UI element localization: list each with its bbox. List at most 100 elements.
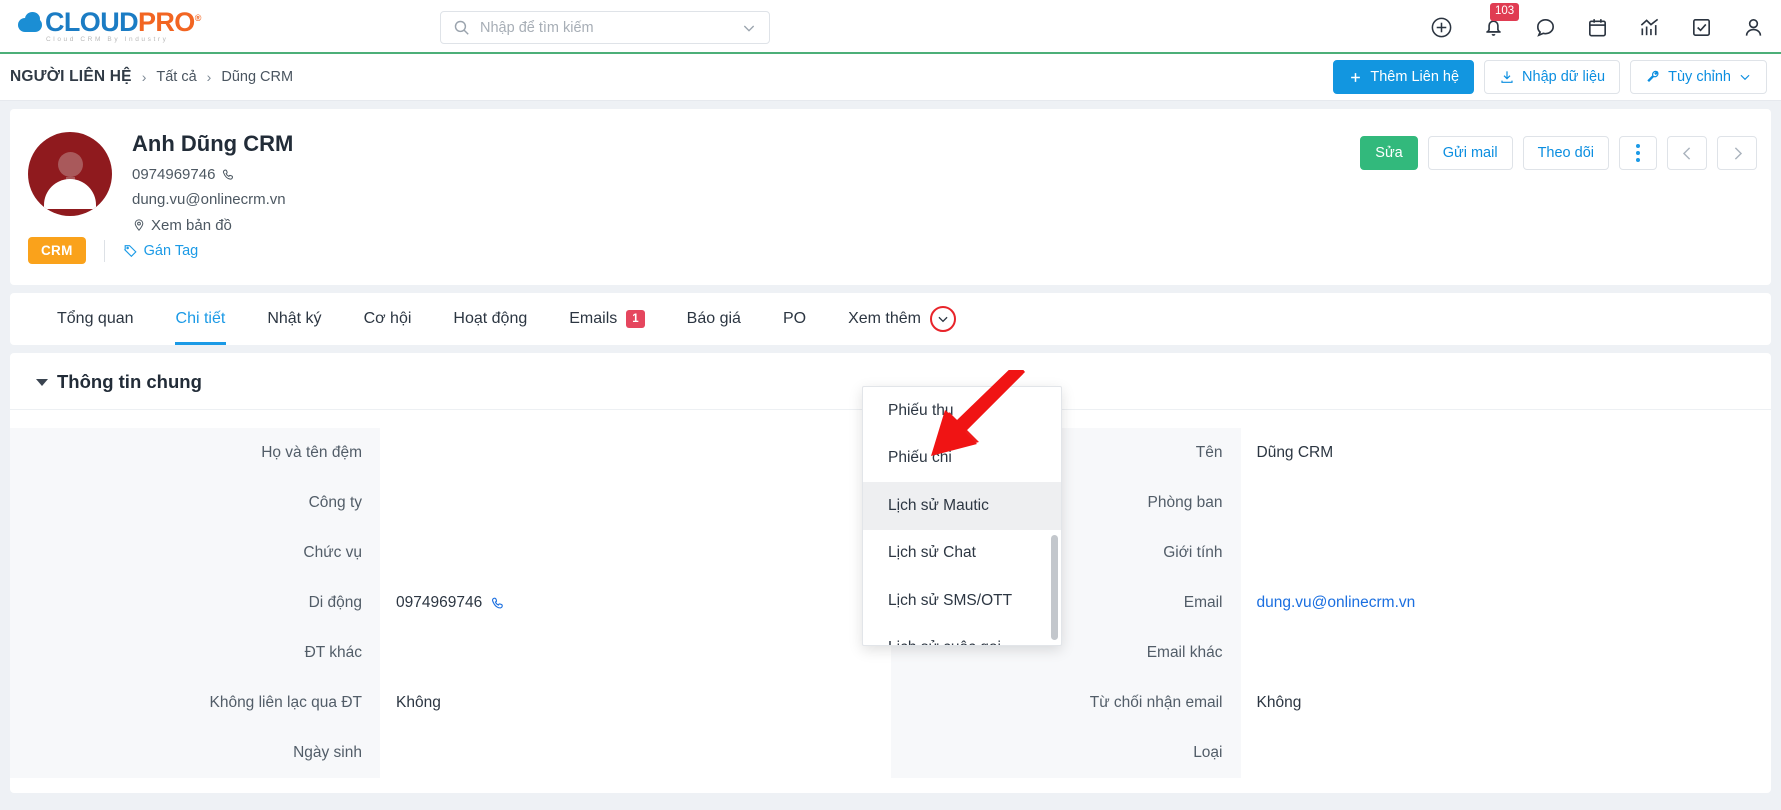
tab-tong-quan[interactable]: Tổng quan <box>36 293 155 345</box>
follow-label: Theo dõi <box>1537 145 1594 161</box>
bell-icon[interactable]: 103 <box>1482 2 1520 39</box>
menu-item-label: Lịch sử Mautic <box>888 496 989 514</box>
field-label: Chức vụ <box>10 528 380 578</box>
chart-icon[interactable] <box>1638 16 1661 39</box>
vertical-dots-icon <box>1636 144 1640 162</box>
menu-item-label: Phiếu thu <box>888 401 954 419</box>
tab-label: Tổng quan <box>57 310 134 327</box>
field-value-phone: 0974969746 <box>380 594 891 612</box>
import-data-button[interactable]: Nhập dữ liệu <box>1484 60 1621 94</box>
contact-email-row[interactable]: dung.vu@onlinecrm.vn <box>132 188 293 211</box>
wrench-icon <box>1647 70 1659 82</box>
tab-po[interactable]: PO <box>762 293 827 345</box>
field-value: Dũng CRM <box>1256 444 1334 461</box>
dropdown-scrollbar[interactable] <box>1051 535 1058 640</box>
tab-label: Emails <box>569 310 618 327</box>
field-column-left: Họ và tên đệm Công ty Chức vụ Di động 09… <box>10 428 891 778</box>
divider <box>103 239 105 262</box>
edit-label: Sửa <box>1375 145 1403 161</box>
field-row: Họ và tên đệm <box>10 428 891 478</box>
logo-text-cloud: CLOUD <box>45 6 139 37</box>
calendar-icon[interactable] <box>1586 16 1609 39</box>
customize-button[interactable]: Tùy chỉnh <box>1630 60 1767 94</box>
contact-email[interactable]: dung.vu@onlinecrm.vn <box>132 188 286 211</box>
field-label: Di động <box>10 578 380 628</box>
app-logo[interactable]: CLOUDPRO® Cloud CRM By Industry <box>0 6 230 44</box>
contact-phone: 0974969746 <box>132 166 216 183</box>
menu-item-lich-su-cuoc-goi[interactable]: Lịch sử cuộc gọi <box>863 625 1061 645</box>
breadcrumb-module[interactable]: NGƯỜI LIÊN HỆ <box>10 68 132 86</box>
customize-label: Tùy chỉnh <box>1668 69 1731 85</box>
chat-bubble-icon[interactable] <box>1534 16 1557 39</box>
tab-label: PO <box>782 310 807 327</box>
record-action-group: Sửa Gửi mail Theo dõi <box>1360 136 1757 170</box>
contact-phone-row: 0974969746 <box>132 163 293 186</box>
tab-nhat-ky[interactable]: Nhật ký <box>246 293 342 345</box>
plus-circle-icon[interactable] <box>1430 16 1453 39</box>
field-row: ĐT khác <box>10 628 891 678</box>
field-label: Từ chối nhận email <box>890 678 1241 728</box>
tag-icon <box>123 245 137 258</box>
field-label: ĐT khác <box>10 628 380 678</box>
breadcrumb-bar: NGƯỜI LIÊN HỆ › Tất cả › Dũng CRM Thêm L… <box>0 54 1781 101</box>
breadcrumb-separator-icon: › <box>206 69 212 85</box>
assign-tag-button[interactable]: Gán Tag <box>123 243 198 259</box>
phone-icon[interactable] <box>491 596 506 611</box>
contact-map-row[interactable]: Xem bản đồ <box>132 214 293 237</box>
notification-count-badge: 103 <box>1490 2 1520 21</box>
field-label: Họ và tên đệm <box>10 428 380 478</box>
tab-hoat-dong[interactable]: Hoạt động <box>432 293 548 345</box>
menu-item-phieu-thu[interactable]: Phiếu thu <box>863 387 1061 435</box>
caret-down-icon[interactable] <box>36 378 48 386</box>
send-mail-button[interactable]: Gửi mail <box>1427 136 1513 170</box>
field-value-email[interactable]: dung.vu@onlinecrm.vn <box>1241 594 1772 612</box>
menu-item-lich-su-mautic[interactable]: Lịch sử Mautic <box>863 482 1061 530</box>
avatar <box>28 132 112 216</box>
menu-item-lich-su-chat[interactable]: Lịch sử Chat <box>863 530 1061 578</box>
tab-badge: 1 <box>626 309 645 329</box>
edit-button[interactable]: Sửa <box>1360 136 1418 170</box>
menu-item-label: Lịch sử cuộc gọi <box>888 639 1001 645</box>
search-input[interactable] <box>480 19 741 36</box>
add-contact-button[interactable]: Thêm Liên hệ <box>1333 60 1475 94</box>
tab-label: Chi tiết <box>175 310 226 327</box>
breadcrumb-separator-icon: › <box>141 69 147 85</box>
field-label: Không liên lạc qua ĐT <box>10 678 380 728</box>
tab-chi-tiet[interactable]: Chi tiết <box>155 293 247 345</box>
top-navigation-bar: CLOUDPRO® Cloud CRM By Industry 103 <box>0 0 1781 54</box>
checkbox-icon[interactable] <box>1690 16 1713 39</box>
field-value: Không <box>396 694 441 711</box>
more-tabs-dropdown-menu[interactable]: Phiếu thu Phiếu chi Lịch sử Mautic Lịch … <box>862 386 1062 646</box>
menu-item-lich-su-sms-ott[interactable]: Lịch sử SMS/OTT <box>863 577 1061 625</box>
add-contact-label: Thêm Liên hệ <box>1370 69 1460 85</box>
field-value: 0974969746 <box>396 594 483 611</box>
logo-registered-mark: ® <box>194 12 202 23</box>
more-actions-button[interactable] <box>1619 136 1657 170</box>
tab-label: Xem thêm <box>848 310 921 327</box>
chevron-right-icon <box>1734 146 1742 160</box>
contact-summary-card: Anh Dũng CRM 0974969746 dung.vu@onlinecr… <box>10 109 1771 285</box>
follow-button[interactable]: Theo dõi <box>1522 136 1609 170</box>
import-data-label: Nhập dữ liệu <box>1522 69 1606 85</box>
phone-icon <box>223 169 234 180</box>
tab-emails[interactable]: Emails 1 <box>548 293 665 345</box>
status-badge[interactable]: CRM <box>28 237 86 264</box>
download-icon <box>1501 71 1513 83</box>
tab-xem-them[interactable]: Xem thêm <box>827 293 977 345</box>
user-icon[interactable] <box>1742 16 1765 39</box>
chevron-down-icon[interactable] <box>929 306 956 332</box>
breadcrumb-parent[interactable]: Tất cả <box>156 69 196 85</box>
chevron-down-icon[interactable] <box>741 20 757 36</box>
logo-text-pro: PRO <box>138 6 195 37</box>
field-row: Loại <box>890 728 1772 778</box>
field-row: Từ chối nhận email Không <box>890 678 1772 728</box>
tab-bao-gia[interactable]: Báo giá <box>666 293 762 345</box>
map-link-label[interactable]: Xem bản đồ <box>151 214 232 237</box>
next-record-button[interactable] <box>1717 136 1757 170</box>
menu-item-phieu-chi[interactable]: Phiếu chi <box>863 435 1061 483</box>
previous-record-button[interactable] <box>1667 136 1707 170</box>
tab-co-hoi[interactable]: Cơ hội <box>343 293 433 345</box>
breadcrumb-current: Dũng CRM <box>221 69 294 85</box>
map-pin-icon <box>134 219 144 232</box>
global-search[interactable] <box>440 11 770 44</box>
